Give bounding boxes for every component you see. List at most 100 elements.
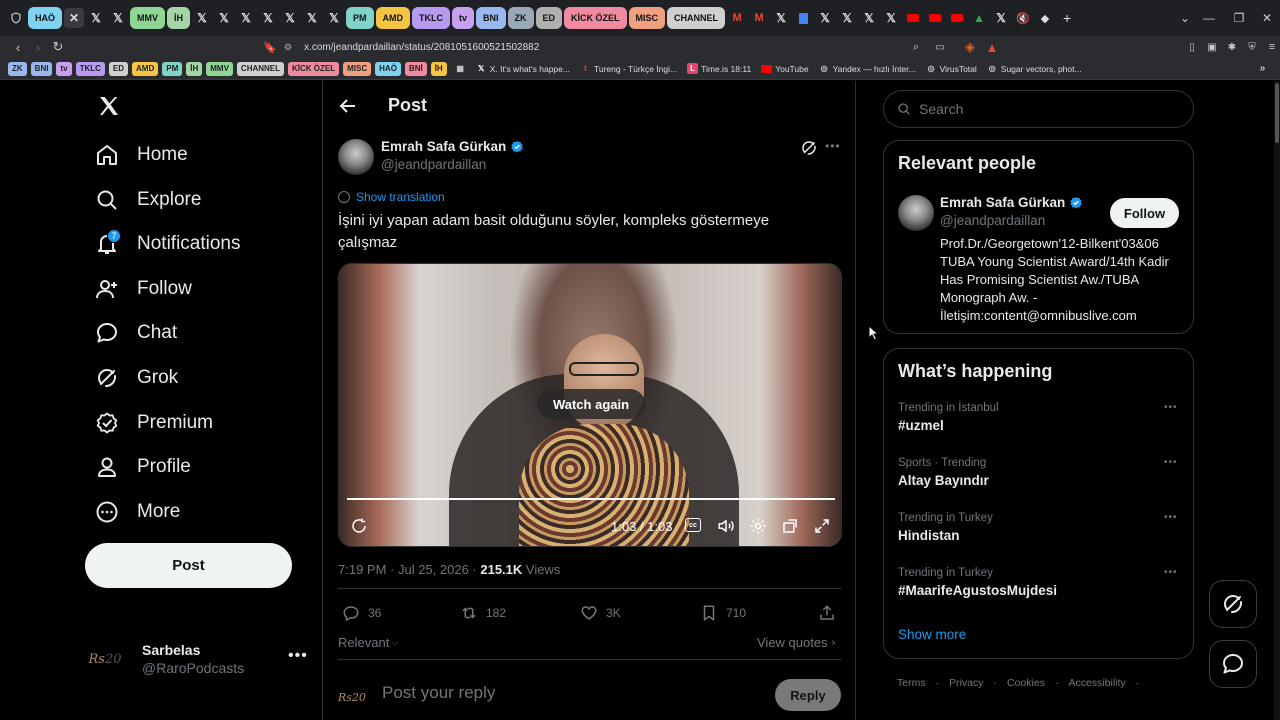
tab-x[interactable]: 𝕏: [815, 8, 835, 28]
tab-x[interactable]: 𝕏: [837, 8, 857, 28]
bookmark-tag[interactable]: CHANNEL: [236, 61, 285, 76]
tab-group-pm[interactable]: PM: [346, 7, 374, 29]
tab-x[interactable]: 𝕏: [280, 8, 300, 28]
bookmark-tag[interactable]: ZK: [8, 61, 27, 76]
post-timestamp[interactable]: 7:19 PM · Jul 25, 2026 ·: [338, 562, 480, 577]
site-info-icon[interactable]: ⚙: [284, 42, 292, 53]
bookmark-youtube[interactable]: YouTube: [761, 64, 809, 74]
extensions-icon[interactable]: ✱: [1222, 37, 1242, 57]
trend-more-icon[interactable]: •••: [1164, 567, 1178, 578]
tab-x[interactable]: 𝕏: [108, 8, 128, 28]
tab-x[interactable]: 𝕏: [192, 8, 212, 28]
tab-group-channel[interactable]: CHANNEL: [667, 7, 726, 29]
restore-icon[interactable]: ❐: [1224, 0, 1254, 36]
brave-shield-icon[interactable]: ◈: [960, 37, 980, 57]
tab-group-mmv[interactable]: MMV: [130, 7, 165, 29]
tab-group-hao[interactable]: HAÖ: [28, 7, 62, 29]
tab-group-bni[interactable]: BNI: [476, 7, 506, 29]
tab-group-tv[interactable]: tv: [452, 7, 475, 29]
back-arrow-icon[interactable]: [337, 95, 359, 117]
show-more-link[interactable]: Show more: [898, 627, 966, 642]
tab-group-ih[interactable]: İH: [167, 7, 190, 29]
gmail-icon[interactable]: M: [749, 8, 769, 28]
bookmark-tag[interactable]: İH: [430, 61, 447, 76]
grok-floating-button[interactable]: [1209, 580, 1257, 628]
bookmark-tag[interactable]: ED: [108, 61, 129, 76]
muted-audio-icon[interactable]: 🔇: [1013, 8, 1033, 28]
x-logo-icon[interactable]: [97, 93, 121, 125]
tab-x[interactable]: 𝕏: [258, 8, 278, 28]
nav-item-more[interactable]: More: [95, 490, 180, 534]
nav-item-chat[interactable]: Chat: [95, 311, 177, 355]
footer-link[interactable]: Accessibility: [1068, 677, 1125, 689]
nav-item-grok[interactable]: Grok: [95, 356, 178, 400]
repost-action[interactable]: 182: [460, 604, 506, 622]
url-field[interactable]: ⚙ x.com/jeandpardaillan/status/208105160…: [284, 36, 539, 58]
cast-icon[interactable]: ▭: [930, 37, 950, 57]
nav-item-notifications[interactable]: 7 Notifications: [95, 222, 241, 266]
shield-icon[interactable]: [6, 8, 26, 28]
search-box[interactable]: Search: [883, 90, 1194, 128]
tab-x[interactable]: 𝕏: [324, 8, 344, 28]
video-progress-track[interactable]: [347, 498, 835, 500]
drive-icon[interactable]: ▲: [969, 8, 989, 28]
vpn-icon[interactable]: ⛨: [1242, 37, 1262, 57]
trend-more-icon[interactable]: •••: [1164, 402, 1178, 413]
bookmark-tag[interactable]: MISC: [343, 61, 372, 76]
apps-grid-icon[interactable]: ▦: [455, 63, 466, 74]
bookmark-tag[interactable]: BNİ: [404, 61, 427, 76]
relevant-identity[interactable]: Emrah Safa Gürkan @jeandpardaillan: [940, 195, 1083, 228]
gmail-icon[interactable]: M: [727, 8, 747, 28]
trend-more-icon[interactable]: •••: [1164, 512, 1178, 523]
brave-rewards-icon[interactable]: ▲: [982, 37, 1002, 57]
tab-x-active[interactable]: ✕: [64, 8, 84, 28]
trend-more-icon[interactable]: •••: [1164, 457, 1178, 468]
show-translation-link[interactable]: Show translation: [338, 190, 445, 204]
menu-icon[interactable]: ≡: [1262, 37, 1280, 57]
youtube-icon[interactable]: [925, 8, 945, 28]
nav-item-profile[interactable]: Profile: [95, 445, 191, 489]
youtube-icon[interactable]: [903, 8, 923, 28]
tab-x[interactable]: 𝕏: [881, 8, 901, 28]
tab-x[interactable]: 𝕏: [86, 8, 106, 28]
bookmark-sugar[interactable]: ◎ Sugar vectors, phot...: [987, 63, 1082, 74]
tab-x[interactable]: 𝕏: [302, 8, 322, 28]
page-scrollbar[interactable]: [1274, 81, 1280, 720]
nav-item-home[interactable]: Home: [95, 133, 188, 177]
nav-item-premium[interactable]: Premium: [95, 401, 213, 445]
nav-item-follow[interactable]: Follow: [95, 267, 192, 311]
tab-x[interactable]: 𝕏: [771, 8, 791, 28]
volume-icon[interactable]: [717, 517, 735, 535]
account-more-icon[interactable]: •••: [288, 647, 308, 665]
tab-x[interactable]: 𝕏: [859, 8, 879, 28]
bookmark-tag[interactable]: TKLC: [75, 61, 105, 76]
author-avatar[interactable]: [338, 139, 374, 175]
trend-item[interactable]: Trending in İstanbul #uzmel •••: [898, 402, 1183, 433]
share-action[interactable]: [818, 604, 836, 622]
youtube-icon[interactable]: [947, 8, 967, 28]
trend-item[interactable]: Sports · Trending Altay Bayındır •••: [898, 457, 1183, 488]
bookmark-tag[interactable]: MMV: [206, 61, 233, 76]
reload-icon[interactable]: ↻: [48, 37, 68, 57]
docs-icon[interactable]: [793, 8, 813, 28]
tab-x[interactable]: 𝕏: [236, 8, 256, 28]
scrollbar-thumb[interactable]: [1275, 83, 1279, 143]
grok-explain-icon[interactable]: [800, 139, 818, 157]
bookmark-virustotal[interactable]: ◎ VirusTotal: [926, 63, 977, 74]
trend-item[interactable]: Trending in Turkey #MaarifeAgustosMujdes…: [898, 567, 1183, 598]
bookmark-tag[interactable]: KİCK ÖZEL: [288, 61, 340, 76]
bookmark-action[interactable]: 710: [700, 604, 746, 622]
bookmark-tureng[interactable]: t Tureng - Türkçe İngi...: [580, 63, 677, 74]
watch-again-button[interactable]: Watch again: [537, 389, 645, 419]
nav-item-explore[interactable]: Explore: [95, 178, 201, 222]
more-bookmarks-icon[interactable]: »: [1257, 63, 1268, 74]
back-icon[interactable]: ‹: [8, 37, 28, 57]
bookmark-tag[interactable]: İH: [186, 61, 203, 76]
reply-button[interactable]: Reply: [775, 679, 841, 711]
footer-link[interactable]: Terms: [897, 677, 926, 689]
post-button[interactable]: Post: [85, 543, 292, 588]
bookmark-icon[interactable]: 🔖: [260, 37, 280, 57]
bookmark-yandex[interactable]: ◎ Yandex — hızlı İnter...: [819, 63, 916, 74]
tab-group-ed[interactable]: ED: [535, 7, 563, 29]
tab-x[interactable]: 𝕏: [214, 8, 234, 28]
